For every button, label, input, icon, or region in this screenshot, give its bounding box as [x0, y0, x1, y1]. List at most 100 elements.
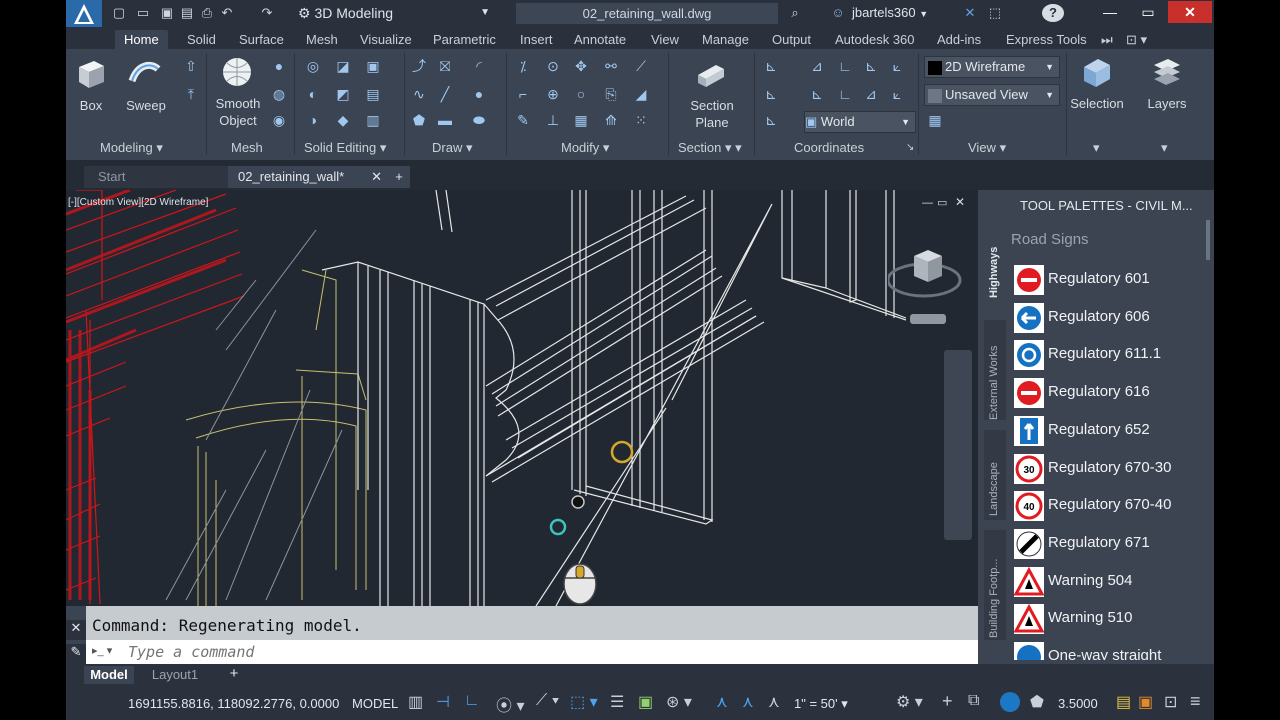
help-icon[interactable]: ? [1042, 4, 1064, 22]
thicken-icon[interactable]: ◆ [334, 111, 352, 129]
ucs-x-icon[interactable]: ∟ [836, 57, 854, 75]
polysolid-icon[interactable]: ⛝ [436, 57, 454, 75]
ucs-dropdown[interactable]: ▣ World ▼ [804, 111, 916, 133]
close-tab-icon[interactable]: ✕ [371, 166, 382, 188]
new-layout-button[interactable]: + [224, 665, 244, 683]
selection-icon[interactable] [1080, 55, 1114, 89]
stretch-icon[interactable]: ⟰ [602, 111, 620, 129]
command-input[interactable] [126, 642, 970, 662]
presspull-icon[interactable]: ⤒ [182, 85, 200, 103]
panel-mesh[interactable]: Mesh [231, 139, 263, 157]
panel-modify[interactable]: Modify ▾ [561, 139, 609, 157]
ucs-world-icon[interactable]: ⊾ [762, 111, 780, 129]
sweep-label[interactable]: Sweep [122, 97, 170, 114]
viewport-controls[interactable]: [-][Custom View][2D Wireframe] [68, 197, 208, 208]
tab-view[interactable]: View [651, 30, 679, 49]
box-label[interactable]: Box [72, 97, 110, 114]
ellipse-icon[interactable]: ⬬ [470, 111, 488, 129]
command-prompt-icon[interactable]: ▸_ ▾ [92, 644, 112, 657]
viewport-close-icon[interactable]: ✕ [955, 195, 965, 209]
tab-layout1[interactable]: Layout1 [140, 666, 210, 684]
save-icon[interactable]: ▣ [158, 4, 176, 22]
circle-icon[interactable]: ● [470, 85, 488, 103]
section-plane-label[interactable]: Section Plane [684, 97, 740, 131]
saveas-icon[interactable]: ▤ [178, 4, 196, 22]
arc-icon[interactable]: ◜ [470, 57, 488, 75]
layers-label[interactable]: Layers [1142, 95, 1192, 112]
rotate-3d-icon[interactable]: ⊙ [544, 57, 562, 75]
sweep-icon[interactable] [128, 57, 162, 91]
viewport-config-icon[interactable]: ▦ [926, 111, 944, 129]
ortho-icon[interactable]: ∟ [464, 692, 480, 710]
ucs-z-icon[interactable]: ⟀ [888, 57, 906, 75]
copy-icon[interactable]: ⎘ [602, 85, 620, 103]
rectangular-array-icon[interactable]: ⁙ [632, 111, 650, 129]
intersect-icon[interactable]: ◑ [304, 111, 322, 129]
lineweight-value[interactable]: 3.5000 [1058, 696, 1098, 711]
a360-icon[interactable]: ⬚ [986, 4, 1004, 22]
selection-expand[interactable]: ▾ [1093, 139, 1100, 157]
panel-draw[interactable]: Draw ▾ [432, 139, 472, 157]
panel-modeling[interactable]: Modeling ▾ [100, 139, 163, 157]
trim-icon[interactable]: ⟋ [632, 57, 650, 75]
open-file-icon[interactable]: ▭ [134, 4, 152, 22]
maximize-button[interactable]: ▭ [1128, 1, 1168, 23]
fillet-icon[interactable]: ⁒ [514, 57, 532, 75]
palette-item[interactable]: Regulatory 611.1 [1014, 337, 1214, 373]
polygon-icon[interactable]: ⬟ [410, 111, 428, 129]
customization-icon[interactable]: ≡ [1190, 691, 1201, 712]
named-view-dropdown[interactable]: Unsaved View ▼ [924, 84, 1060, 106]
ucs-view-icon[interactable]: ⊾ [762, 85, 780, 103]
union-icon[interactable]: ◎ [304, 57, 322, 75]
ucs-zaxis-icon[interactable]: ⟀ [888, 85, 906, 103]
quick-properties-icon[interactable]: ▤ [1116, 692, 1131, 712]
smooth-object-label[interactable]: Smooth Object [210, 95, 266, 129]
fullscreen-icon[interactable]: ⊡ [1164, 692, 1177, 712]
palette-item[interactable]: Regulatory 652 [1014, 413, 1214, 449]
mesh-smooth-more-icon[interactable]: ● [270, 57, 288, 75]
align-3d-icon[interactable]: ⚯ [602, 57, 620, 75]
workspace-dropdown[interactable]: ⚙ 3D Modeling ▼ [298, 3, 498, 23]
minimize-button[interactable]: — [1090, 1, 1130, 23]
tab-visualize[interactable]: Visualize [360, 30, 412, 49]
layers-expand[interactable]: ▾ [1161, 139, 1168, 157]
tab-drawing[interactable]: 02_retaining_wall* ✕ [228, 166, 390, 188]
panel-solid-editing[interactable]: Solid Editing ▾ [304, 139, 386, 157]
box-icon[interactable] [74, 57, 108, 91]
tab-mesh[interactable]: Mesh [306, 30, 338, 49]
polyline-icon[interactable]: ⤴ [410, 57, 428, 75]
lineweight-icon[interactable]: ☰ [610, 692, 624, 712]
ribbon-toggle-icon[interactable]: ⊡ ▾ [1126, 30, 1147, 49]
spline-icon[interactable]: ∿ [410, 85, 428, 103]
ucs-object-icon[interactable]: ∟ [836, 85, 854, 103]
panel-view[interactable]: View ▾ [968, 139, 1006, 157]
extract-edges-icon[interactable]: ▣ [364, 57, 382, 75]
user-name[interactable]: jbartels360 ▼ [852, 3, 962, 23]
redo-icon[interactable]: ↷ [258, 4, 276, 22]
more-tabs-icon[interactable]: ⏭ [1101, 30, 1113, 49]
tab-insert[interactable]: Insert [520, 30, 553, 49]
layers-icon[interactable] [1150, 55, 1184, 89]
annotation-scale-dropdown[interactable]: 1" = 50' ▾ [794, 696, 848, 712]
extrude-faces-icon[interactable]: ▤ [364, 85, 382, 103]
chamfer-icon[interactable]: ⌐ [514, 85, 532, 103]
tab-solid[interactable]: Solid [187, 30, 216, 49]
3d-osnap-icon[interactable]: ⬚ ▾ [570, 692, 598, 712]
tab-home[interactable]: Home [115, 30, 168, 49]
rectangle-icon[interactable]: ▬ [436, 111, 454, 129]
smooth-object-icon[interactable] [220, 55, 254, 89]
tab-parametric[interactable]: Parametric [433, 30, 496, 49]
array-icon[interactable]: ▦ [572, 111, 590, 129]
mirror-3d-icon[interactable]: ⊕ [544, 85, 562, 103]
clean-screen-icon[interactable]: ⬟ [1030, 692, 1044, 712]
viewport-restore-icon[interactable]: ▭ [937, 196, 947, 209]
erase-icon[interactable]: ✎ [514, 111, 532, 129]
ucs-icon[interactable]: ⊾ [762, 57, 780, 75]
units-icon[interactable]: ▣ [1138, 692, 1153, 712]
tab-annotate[interactable]: Annotate [574, 30, 626, 49]
tab-surface[interactable]: Surface [239, 30, 284, 49]
grid-icon[interactable]: ▥ [408, 692, 423, 712]
palette-item[interactable]: One-way straight [1014, 639, 1214, 660]
command-customize-icon[interactable]: ✎ [66, 644, 86, 664]
workspace-switch-icon[interactable]: ⚙ ▾ [896, 692, 923, 712]
